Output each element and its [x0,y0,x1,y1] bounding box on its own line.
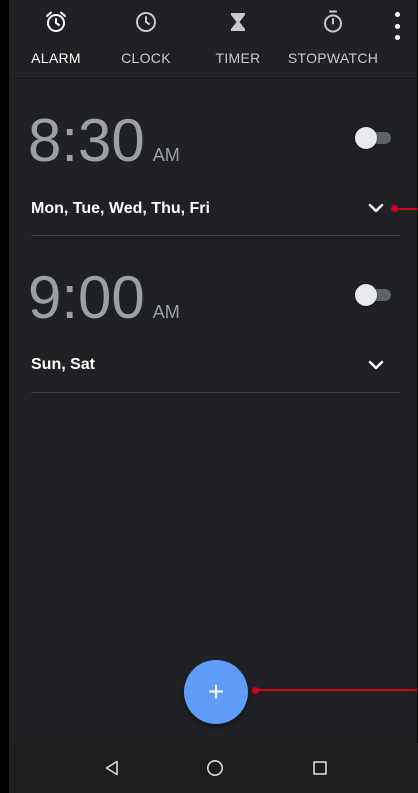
clock-app: ALARM CLOCK TIMER STOPWATCH 8:30 AM Mon,… [9,0,418,743]
home-icon[interactable] [205,758,225,778]
alarm-days: Sun, Sat [31,356,96,373]
tab-alarm[interactable]: ALARM [25,0,87,78]
alarm-time-ampm: AM [152,302,180,322]
alarm-time-digits: 9:00 [28,264,145,331]
navigation-bar [9,743,418,793]
tab-timer-label: TIMER [215,50,261,66]
divider [31,235,400,236]
hourglass-icon [226,10,250,34]
tab-timer[interactable]: TIMER [210,0,266,78]
tab-alarm-label: ALARM [31,50,81,66]
tab-stopwatch-label: STOPWATCH [287,50,379,66]
back-icon[interactable] [102,758,122,778]
alarm-time[interactable]: 9:00 AM [28,265,180,331]
add-icon: + [207,676,225,707]
stopwatch-icon [321,10,345,34]
alarm-time-digits: 8:30 [28,107,145,174]
more-vert-icon[interactable] [387,12,407,40]
toggle-thumb [355,127,377,149]
alarm-time[interactable]: 8:30 AM [28,108,180,174]
tab-stopwatch[interactable]: STOPWATCH [285,0,381,78]
clock-icon [134,10,158,34]
tab-bar: ALARM CLOCK TIMER STOPWATCH [9,0,418,79]
tab-clock[interactable]: CLOCK [118,0,174,78]
toggle-thumb [355,284,377,306]
alarm-toggle[interactable] [355,125,391,151]
chevron-down-icon[interactable] [366,355,386,375]
alarm-icon [44,10,68,34]
alarm-days: Mon, Tue, Wed, Thu, Fri [31,200,210,217]
alarm-toggle[interactable] [355,282,391,308]
screen: ALARM CLOCK TIMER STOPWATCH 8:30 AM Mon,… [0,0,418,793]
divider [31,392,400,393]
tab-clock-label: CLOCK [121,50,171,66]
add-alarm-button[interactable]: + [184,660,248,724]
annotation-line [395,208,418,210]
alarm-time-ampm: AM [152,145,180,165]
annotation-line [256,689,418,691]
chevron-down-icon[interactable] [366,198,386,218]
recents-icon[interactable] [310,758,330,778]
